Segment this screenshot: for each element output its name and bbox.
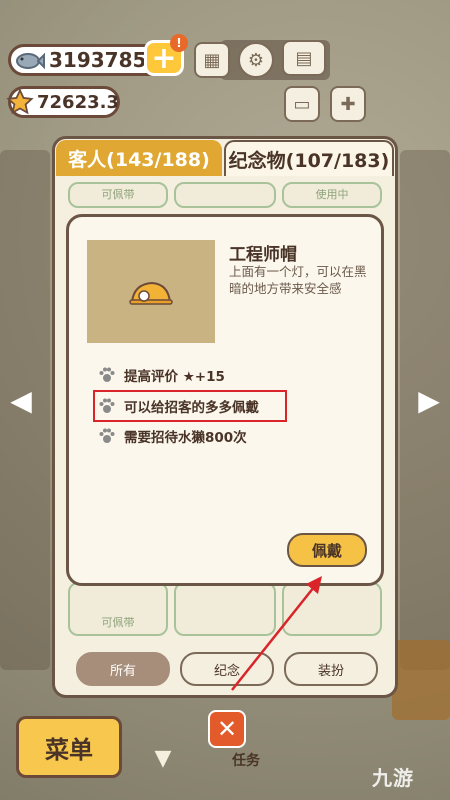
watermark: 九游 [372,766,414,790]
task-label: 任务 [232,753,260,769]
annotation-arrow-icon [231,576,322,691]
chevron-down-icon[interactable]: ▼ [152,740,174,776]
task-button[interactable]: ✕ 任务 [208,710,276,772]
menu-button[interactable]: 菜单 [16,716,122,778]
close-icon: ✕ [208,710,246,748]
